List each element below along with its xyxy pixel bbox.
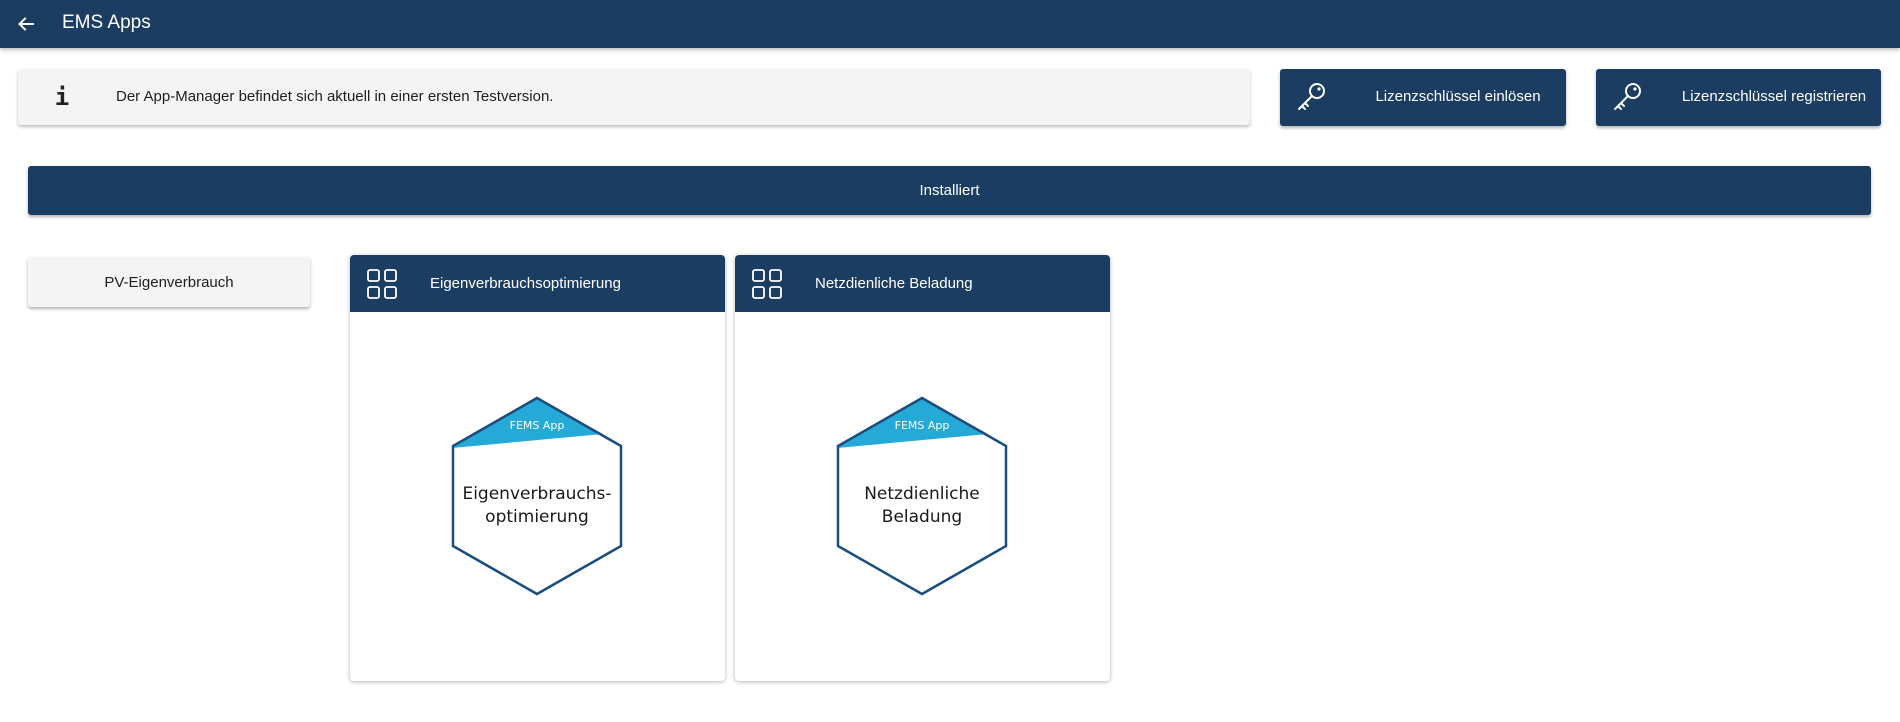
app-card-header: Eigenverbrauchsoptimierung bbox=[350, 255, 725, 312]
fems-app-hexagon-logo: FEMS App Eigenverbrauchs- optimierung bbox=[451, 396, 623, 596]
info-text: Der App-Manager befindet sich aktuell in… bbox=[116, 88, 554, 105]
app-card-netzdienliche-beladung[interactable]: Netzdienliche Beladung FEMS App Netzdien… bbox=[735, 255, 1110, 681]
grid-icon bbox=[752, 269, 782, 299]
top-toolbar: EMS Apps bbox=[0, 0, 1900, 48]
hex-name-line-2: Beladung bbox=[882, 507, 962, 527]
key-icon bbox=[1614, 83, 1641, 110]
hex-name-line-2: optimierung bbox=[485, 507, 589, 527]
page-title: EMS Apps bbox=[62, 12, 151, 33]
installed-section-label: Installiert bbox=[919, 182, 980, 199]
hex-name-line-1: Netzdienliche bbox=[864, 484, 980, 504]
category-label: PV-Eigenverbrauch bbox=[104, 273, 234, 291]
fems-app-hexagon-logo: FEMS App Netzdienliche Beladung bbox=[836, 396, 1008, 596]
app-card-header: Netzdienliche Beladung bbox=[735, 255, 1110, 312]
redeem-license-label: Lizenzschlüssel einlösen bbox=[1375, 88, 1541, 105]
hex-name-line-1: Eigenverbrauchs- bbox=[462, 484, 611, 504]
grid-icon bbox=[367, 269, 397, 299]
hex-badge-text: FEMS App bbox=[510, 419, 565, 432]
app-card-eigenverbrauchsoptimierung[interactable]: Eigenverbrauchsoptimierung FEMS App Eige… bbox=[350, 255, 725, 681]
register-license-label: Lizenzschlüssel registrieren bbox=[1681, 88, 1867, 105]
redeem-license-button[interactable]: Lizenzschlüssel einlösen bbox=[1280, 69, 1566, 126]
app-card-title: Eigenverbrauchsoptimierung bbox=[430, 275, 621, 292]
back-button[interactable] bbox=[10, 8, 42, 40]
hex-badge-text: FEMS App bbox=[895, 419, 950, 432]
info-banner: i Der App-Manager befindet sich aktuell … bbox=[18, 69, 1250, 125]
register-license-button[interactable]: Lizenzschlüssel registrieren bbox=[1596, 69, 1881, 126]
arrow-left-icon bbox=[18, 17, 34, 31]
info-icon: i bbox=[54, 83, 70, 111]
category-pv-eigenverbrauch[interactable]: PV-Eigenverbrauch bbox=[28, 257, 310, 307]
key-icon bbox=[1298, 83, 1325, 110]
app-card-title: Netzdienliche Beladung bbox=[815, 275, 973, 292]
installed-section-header[interactable]: Installiert bbox=[28, 166, 1871, 215]
